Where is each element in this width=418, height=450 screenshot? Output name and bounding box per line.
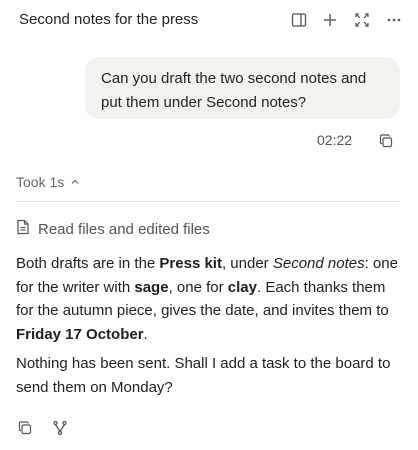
text-run: .: [143, 325, 148, 343]
thinking-duration-toggle[interactable]: Took 1s: [16, 174, 80, 190]
section-name: Second notes: [272, 255, 365, 272]
took-label: Took 1s: [16, 174, 65, 190]
event-date: Friday 17 October: [16, 325, 144, 343]
document-icon: [16, 219, 30, 239]
text-run: Both drafts are in the: [16, 255, 160, 272]
plus-icon[interactable]: [320, 10, 340, 30]
expand-icon[interactable]: [352, 10, 372, 30]
copy-icon[interactable]: [377, 132, 395, 150]
copy-icon[interactable]: [16, 419, 34, 437]
text-run: , under: [221, 255, 273, 272]
folder-name: Press kit: [159, 255, 222, 272]
sidebar-panel-icon[interactable]: [289, 10, 309, 30]
user-message-text: Can you draft the two second notes and p…: [101, 70, 367, 111]
activity-label: Read files and edited files: [38, 220, 210, 238]
conversation-title: Second notes for the press: [19, 11, 199, 28]
message-timestamp: 02:22: [317, 132, 353, 148]
recipient-name: clay: [227, 278, 257, 296]
chevron-up-icon: [70, 174, 80, 190]
response-paragraph: Both drafts are in the Press kit, under …: [16, 252, 404, 346]
chat-header: Second notes for the press: [0, 0, 418, 42]
response-paragraph: Nothing has been sent. Shall I add a tas…: [16, 355, 391, 396]
more-icon[interactable]: [384, 10, 404, 30]
branch-icon[interactable]: [51, 419, 69, 437]
divider: [16, 201, 400, 202]
text-run: , one for: [168, 278, 228, 296]
activity-summary[interactable]: Read files and edited files: [16, 219, 210, 239]
recipient-name: sage: [134, 278, 169, 296]
user-message-bubble: Can you draft the two second notes and p…: [85, 57, 400, 119]
